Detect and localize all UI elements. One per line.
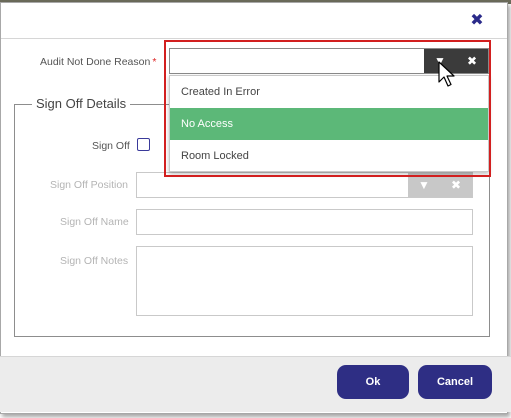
required-marker: * (152, 56, 157, 68)
audit-reason-label-text: Audit Not Done Reason (40, 56, 151, 68)
close-icon[interactable]: ✖ (469, 13, 485, 29)
audit-reason-label: Audit Not Done Reason * (40, 56, 156, 68)
sign-off-checkbox[interactable] (137, 138, 150, 151)
mouse-cursor-icon (438, 61, 455, 87)
sign-off-name-field[interactable] (136, 209, 473, 235)
sign-off-notes-field[interactable] (136, 246, 473, 316)
cancel-button[interactable]: Cancel (418, 365, 492, 399)
ok-button[interactable]: Ok (337, 365, 409, 399)
sign-off-notes-label: Sign Off Notes (60, 255, 129, 267)
sign-off-name-label: Sign Off Name (60, 216, 129, 228)
dialog-header: ✖ (1, 3, 507, 39)
sign-off-position-label: Sign Off Position (50, 179, 129, 191)
sign-off-label: Sign Off (92, 140, 130, 152)
sign-off-details-legend: Sign Off Details (32, 96, 131, 111)
